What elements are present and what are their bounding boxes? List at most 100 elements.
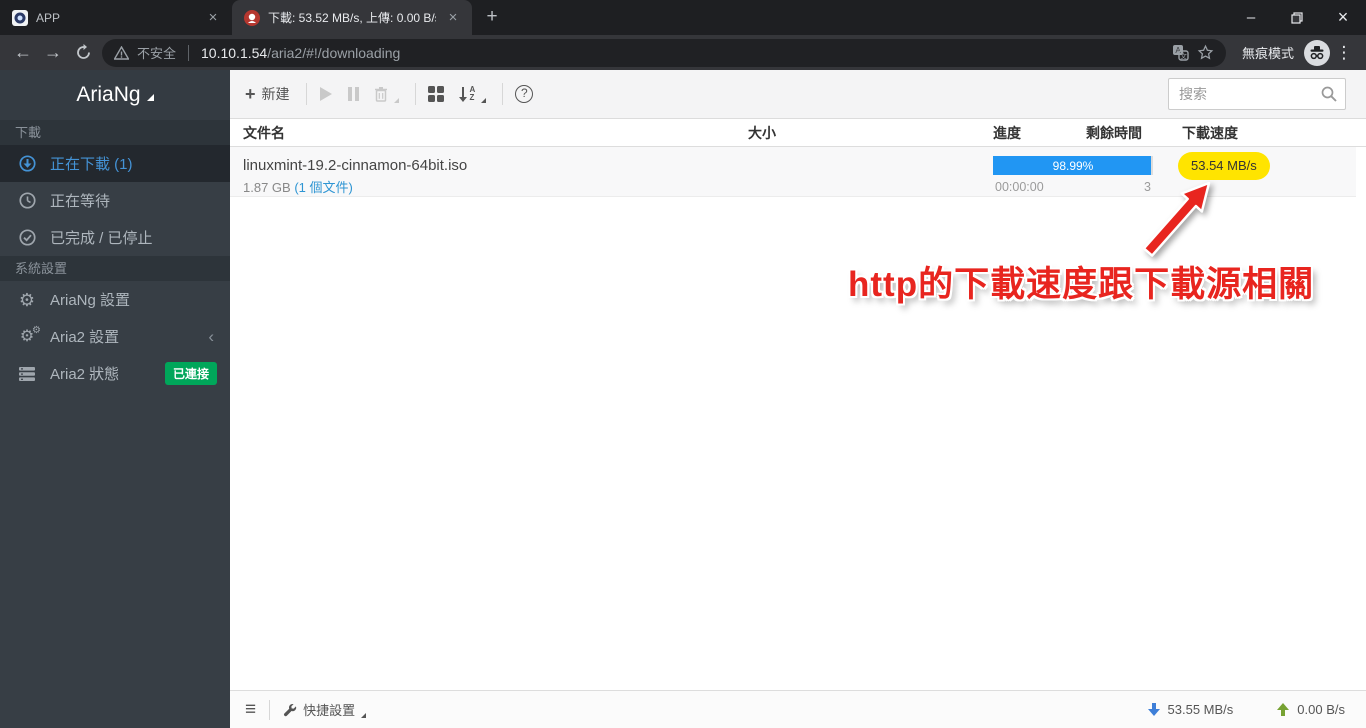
sidebar-item-downloading[interactable]: 正在下載 (1) [0, 145, 230, 182]
toolbar-divider [414, 83, 416, 105]
column-header-size: 大小 [748, 124, 776, 141]
search-box [1168, 78, 1346, 110]
url-divider [188, 44, 190, 61]
help-button[interactable]: ? [515, 85, 534, 103]
browser-window: APP × 下載: 53.52 MB/s, 上傳: 0.00 B/s × + –… [0, 0, 1366, 728]
download-arrow-icon [1147, 703, 1160, 716]
task-filename: linuxmint-19.2-cinnamon-64bit.iso [243, 157, 468, 174]
sidebar-item-aria2-status[interactable]: Aria2 狀態 已連接 [0, 355, 230, 392]
tab-ariang-active[interactable]: 下載: 53.52 MB/s, 上傳: 0.00 B/s × [232, 0, 472, 35]
sidebar-item-label: Aria2 狀態 [50, 366, 120, 383]
help-icon: ? [515, 85, 534, 103]
list-toggle-button[interactable]: ≡ [245, 700, 256, 719]
column-header-remaining: 剩餘時間 [1086, 124, 1142, 141]
global-download-speed: 53.55 MB/s [1167, 702, 1234, 717]
progress-percent-label: 98.99% [1052, 158, 1094, 173]
command-toolbar: + 新建 AZ ? 搜索 [230, 70, 1366, 119]
incognito-icon [1304, 39, 1330, 66]
not-secure-warning-icon [114, 45, 129, 60]
task-files-link[interactable]: (1 個文件) [294, 180, 353, 195]
pause-button[interactable] [347, 86, 360, 102]
play-icon [319, 87, 332, 101]
translate-icon[interactable]: A文 [1172, 44, 1189, 61]
caret-down-icon [481, 97, 487, 103]
column-header-speed: 下載速度 [1182, 124, 1238, 141]
browser-menu-icon[interactable]: ⋮ [1330, 43, 1358, 63]
incognito-label: 無痕模式 [1241, 46, 1294, 61]
search-input[interactable] [1168, 78, 1346, 110]
omnibox[interactable]: 不安全 10.10.1.54/aria2/#!/downloading A文 [102, 38, 1226, 67]
new-tab-button[interactable]: + [478, 4, 506, 32]
sort-alpha-icon: AZ [458, 85, 475, 103]
window-controls: – × [1228, 0, 1366, 35]
progress-bar: 98.99% [993, 156, 1153, 175]
address-bar: ← → 不安全 10.10.1.54/aria2/#!/downloading … [0, 35, 1366, 70]
column-header-progress: 進度 [993, 124, 1021, 141]
quick-settings-button[interactable]: 快捷設置 [283, 700, 367, 719]
ariang-logo[interactable]: AriaNg [0, 70, 230, 120]
task-size-line: 1.87 GB (1 個文件) [243, 177, 353, 196]
app-favicon-icon [12, 9, 28, 26]
toolbar-divider [502, 83, 504, 105]
new-task-button[interactable]: + 新建 [245, 84, 290, 104]
sidebar-item-label: 正在等待 [50, 193, 111, 210]
ariang-favicon-icon [244, 9, 260, 26]
status-bar: ≡ 快捷設置 53.55 MB/s 0.00 B/s [230, 690, 1366, 728]
connected-status-badge: 已連接 [164, 362, 217, 385]
column-header-filename: 文件名 [243, 124, 285, 141]
gears-icon: ⚙ ⚙ [19, 324, 41, 345]
global-upload-speed: 0.00 B/s [1297, 702, 1345, 717]
reload-button[interactable] [68, 38, 98, 68]
sidebar-item-label: AriaNg 設置 [50, 292, 131, 309]
sidebar: AriaNg 下載 正在下載 (1) 正在等待 已完成 / 已停止 系統設置 ⚙… [0, 70, 230, 728]
sidebar-item-label: 正在下載 (1) [50, 156, 133, 173]
server-icon [17, 366, 37, 382]
sidebar-item-aria2-settings[interactable]: ⚙ ⚙ Aria2 設置 ‹ [0, 318, 230, 355]
close-window-button[interactable]: × [1320, 0, 1366, 35]
connection-count: 3 [1144, 180, 1151, 194]
task-size: 1.87 GB [243, 180, 291, 195]
upload-arrow-icon [1277, 703, 1290, 716]
view-mode-button[interactable] [427, 86, 444, 102]
grid-icon [427, 86, 444, 102]
svg-text:文: 文 [1180, 51, 1187, 60]
tab-close-icon[interactable]: × [444, 9, 462, 27]
url-path: /aria2/#!/downloading [267, 44, 401, 61]
tab-bar: APP × 下載: 53.52 MB/s, 上傳: 0.00 B/s × + –… [0, 0, 1366, 35]
caret-down-icon [393, 97, 399, 103]
search-icon [1321, 86, 1337, 102]
footer-divider [269, 699, 271, 720]
pause-icon [347, 87, 359, 101]
table-header: 文件名 大小 進度 剩餘時間 下載速度 [230, 119, 1366, 147]
tab-app[interactable]: APP × [0, 0, 232, 35]
url-host: 10.10.1.54 [201, 44, 268, 61]
gear-icon: ⚙ [18, 289, 36, 310]
sidebar-item-waiting[interactable]: 正在等待 [0, 182, 230, 219]
section-settings: 系統設置 [0, 256, 230, 281]
sidebar-item-label: 已完成 / 已停止 [50, 230, 153, 247]
forward-button[interactable]: → [38, 38, 68, 68]
download-circle-icon [17, 155, 37, 172]
tab-title: 下載: 53.52 MB/s, 上傳: 0.00 B/s [268, 11, 436, 25]
sidebar-item-finished[interactable]: 已完成 / 已停止 [0, 219, 230, 256]
security-label[interactable]: 不安全 [137, 43, 176, 62]
tab-title: APP [36, 10, 61, 25]
main-content: + 新建 AZ ? 搜索 文件名 大小 進度 剩餘時間 下載速度 linuxmi… [230, 70, 1366, 728]
bookmark-star-icon[interactable] [1197, 44, 1214, 61]
sidebar-item-ariang-settings[interactable]: ⚙ AriaNg 設置 [0, 281, 230, 318]
start-button[interactable] [319, 86, 333, 102]
tab-close-icon[interactable]: × [204, 9, 222, 27]
delete-button[interactable] [374, 86, 399, 103]
chevron-left-icon: ‹ [208, 326, 214, 346]
wrench-icon [284, 703, 297, 716]
minimize-button[interactable]: – [1228, 0, 1274, 35]
restore-button[interactable] [1274, 0, 1320, 35]
toolbar-divider [305, 83, 307, 105]
logo-caret-icon [146, 94, 154, 101]
url-text[interactable]: 10.10.1.54/aria2/#!/downloading [201, 45, 1164, 61]
sidebar-item-label: Aria2 設置 [50, 329, 120, 346]
sort-button[interactable]: AZ [458, 85, 487, 103]
clock-icon [17, 192, 37, 209]
global-speeds: 53.55 MB/s 0.00 B/s [1147, 702, 1345, 717]
back-button[interactable]: ← [8, 38, 38, 68]
